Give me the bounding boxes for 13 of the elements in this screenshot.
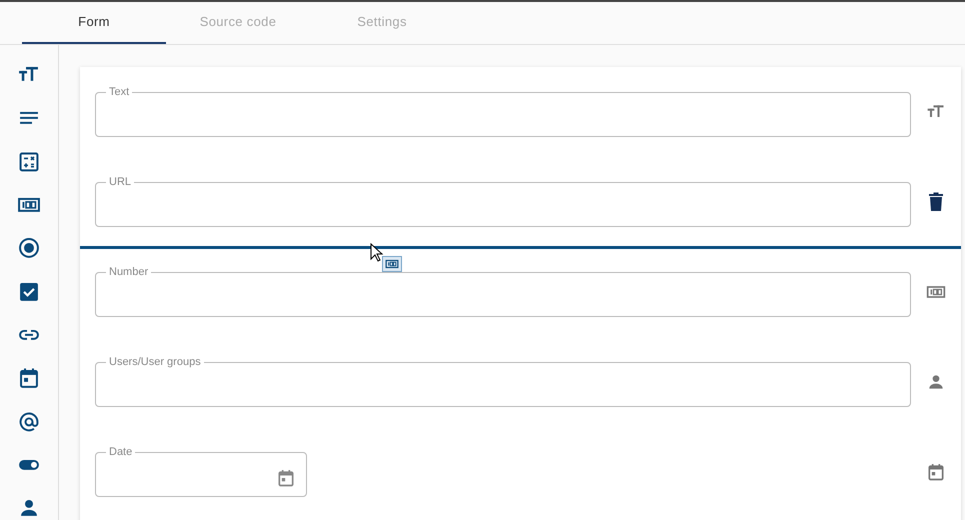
input-field[interactable]: URL bbox=[95, 177, 911, 227]
calculator-icon[interactable] bbox=[17, 150, 41, 174]
input-field[interactable]: Text bbox=[95, 87, 911, 137]
tab[interactable]: Source code bbox=[166, 2, 310, 44]
tab[interactable]: Settings bbox=[310, 2, 454, 44]
calendar-icon[interactable] bbox=[17, 366, 41, 390]
cursor-icon bbox=[370, 243, 384, 263]
at-sign-icon[interactable] bbox=[17, 410, 41, 434]
input-field[interactable]: Users/User groups bbox=[95, 357, 911, 407]
tab[interactable]: Form bbox=[22, 2, 166, 44]
input-field[interactable]: Date bbox=[95, 447, 307, 497]
radio-icon[interactable] bbox=[17, 236, 41, 260]
input-field[interactable]: Number bbox=[95, 267, 911, 317]
